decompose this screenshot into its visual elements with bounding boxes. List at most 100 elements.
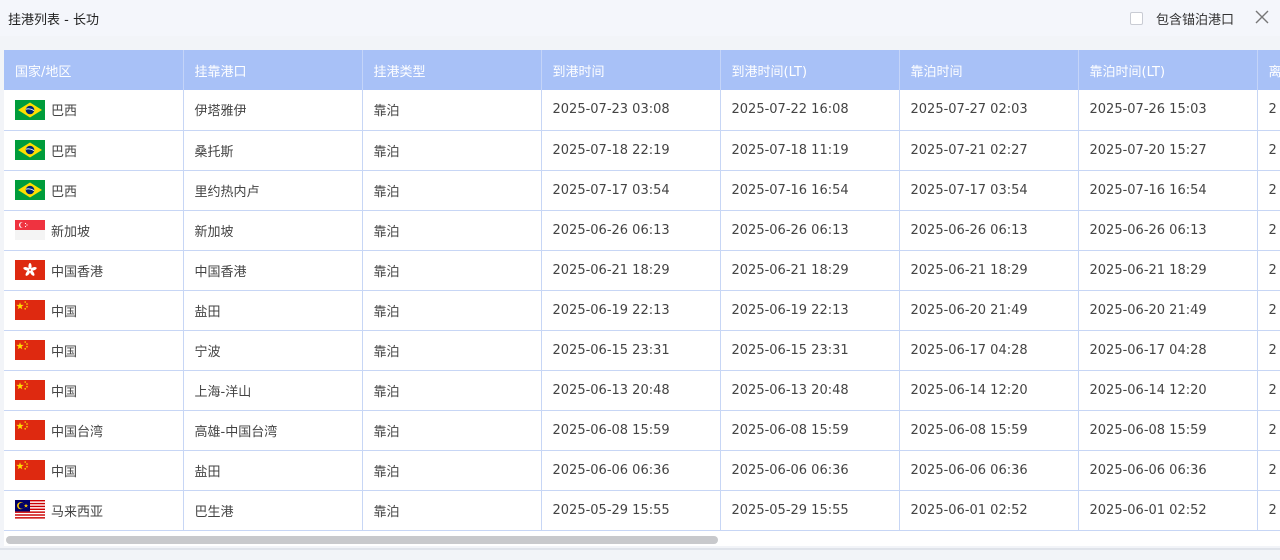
country-name: 马来西亚: [51, 504, 104, 520]
cell-berth-time: 2025-07-27 02:03: [899, 90, 1079, 131]
cell-call-type: 靠泊: [362, 90, 542, 131]
cell-country: 新加坡: [4, 210, 184, 251]
include-anchorage-checkbox[interactable]: [1130, 11, 1143, 25]
cell-berth-time: 2025-06-26 06:13: [899, 210, 1079, 251]
cell-call-type: 靠泊: [362, 370, 542, 411]
cell-berth-time: 2025-06-21 18:29: [899, 250, 1079, 291]
cell-arrival-time: 2025-07-18 22:19: [541, 130, 721, 171]
horizontal-scrollbar[interactable]: [4, 534, 1280, 546]
include-anchorage-option[interactable]: 包含锚泊港口: [1130, 9, 1234, 28]
cell-port: 高雄-中国台湾: [183, 410, 363, 451]
cell-port: 伊塔雅伊: [183, 90, 363, 131]
table-row[interactable]: 中国 宁波 靠泊 2025-06-15 23:31 2025-06-15 23:31 20…: [4, 330, 1280, 371]
table-row[interactable]: 中国香港 中国香港 靠泊 2025-06-21 18:29 2025-06-21 18:…: [4, 250, 1280, 291]
cell-berth-time: 2025-06-20 21:49: [899, 290, 1079, 331]
cell-berth-time-lt: 2025-06-21 18:29: [1078, 250, 1258, 291]
cell-departure-time: 2: [1257, 130, 1280, 171]
cell-country: 巴西: [4, 170, 184, 211]
cell-arrival-time-lt: 2025-07-16 16:54: [720, 170, 900, 211]
column-header-arrival-time[interactable]: 到港时间: [541, 50, 721, 90]
cell-berth-time: 2025-06-01 02:52: [899, 490, 1079, 531]
cell-arrival-time-lt: 2025-06-19 22:13: [720, 290, 900, 331]
scrollbar-thumb[interactable]: [6, 536, 718, 544]
table-row[interactable]: 中国 盐田 靠泊 2025-06-19 22:13 2025-06-19 22:13 20…: [4, 290, 1280, 331]
cell-arrival-time: 2025-06-08 15:59: [541, 410, 721, 451]
cell-departure-time: 2: [1257, 250, 1280, 291]
brazil-flag-icon: [15, 180, 45, 200]
cell-arrival-time: 2025-06-26 06:13: [541, 210, 721, 251]
cell-port: 中国香港: [183, 250, 363, 291]
cell-berth-time: 2025-06-17 04:28: [899, 330, 1079, 371]
cell-call-type: 靠泊: [362, 210, 542, 251]
china-flag-icon: [15, 380, 45, 400]
cell-berth-time-lt: 2025-07-16 16:54: [1078, 170, 1258, 211]
cell-arrival-time-lt: 2025-06-21 18:29: [720, 250, 900, 291]
cell-departure-time: 2: [1257, 450, 1280, 491]
country-name: 巴西: [51, 144, 78, 160]
cell-arrival-time-lt: 2025-06-06 06:36: [720, 450, 900, 491]
table-row[interactable]: 中国 盐田 靠泊 2025-06-06 06:36 2025-06-06 06:36 20…: [4, 450, 1280, 491]
country-name: 新加坡: [51, 224, 91, 240]
singapore-flag-icon: [15, 220, 45, 240]
cell-port: 盐田: [183, 450, 363, 491]
cell-arrival-time: 2025-06-21 18:29: [541, 250, 721, 291]
bottom-divider: [0, 548, 1280, 550]
column-header-berth-time[interactable]: 靠泊时间: [899, 50, 1079, 90]
dialog-title: 挂港列表 - 长功: [8, 13, 99, 28]
cell-call-type: 靠泊: [362, 250, 542, 291]
cell-call-type: 靠泊: [362, 290, 542, 331]
table-row[interactable]: 巴西 桑托斯 靠泊 2025-07-18 22:19 2025-07-18 11:19 2…: [4, 130, 1280, 171]
cell-berth-time-lt: 2025-06-08 15:59: [1078, 410, 1258, 451]
table-row[interactable]: 新加坡 新加坡 靠泊 2025-06-26 06:13 2025-06-26 06:13…: [4, 210, 1280, 251]
column-header-departure-time[interactable]: 离: [1257, 50, 1280, 90]
cell-country: 巴西: [4, 90, 184, 131]
cell-call-type: 靠泊: [362, 130, 542, 171]
cell-port: 盐田: [183, 290, 363, 331]
china-flag-icon: [15, 300, 45, 320]
cell-berth-time: 2025-07-17 03:54: [899, 170, 1079, 211]
close-icon[interactable]: [1253, 8, 1271, 26]
cell-country: 中国: [4, 330, 184, 371]
cell-berth-time: 2025-06-14 12:20: [899, 370, 1079, 411]
cell-arrival-time: 2025-07-23 03:08: [541, 90, 721, 131]
column-header-call-type[interactable]: 挂港类型: [362, 50, 542, 90]
cell-berth-time-lt: 2025-06-26 06:13: [1078, 210, 1258, 251]
china-flag-icon: [15, 340, 45, 360]
table-row[interactable]: 巴西 伊塔雅伊 靠泊 2025-07-23 03:08 2025-07-22 16:08…: [4, 90, 1280, 131]
table-row[interactable]: 中国台湾 高雄-中国台湾 靠泊 2025-06-08 15:59 2025-06-08 …: [4, 410, 1280, 451]
column-header-arrival-time-lt[interactable]: 到港时间(LT): [720, 50, 900, 90]
country-name: 中国香港: [51, 264, 104, 280]
column-header-country[interactable]: 国家/地区: [4, 50, 184, 90]
cell-berth-time-lt: 2025-06-14 12:20: [1078, 370, 1258, 411]
cell-departure-time: 2: [1257, 290, 1280, 331]
country-name: 巴西: [51, 104, 78, 120]
column-header-port[interactable]: 挂靠港口: [183, 50, 363, 90]
table-row[interactable]: 巴西 里约热内卢 靠泊 2025-07-17 03:54 2025-07-16 16:5…: [4, 170, 1280, 211]
port-call-table-panel: 国家/地区 挂靠港口 挂港类型 到港时间 到港时间(LT) 靠泊时间 靠泊时间(…: [4, 50, 1280, 546]
cell-country: 中国香港: [4, 250, 184, 291]
column-header-berth-time-lt[interactable]: 靠泊时间(LT): [1078, 50, 1258, 90]
country-name: 巴西: [51, 184, 78, 200]
brazil-flag-icon: [15, 99, 45, 120]
table-row[interactable]: 中国 上海-洋山 靠泊 2025-06-13 20:48 2025-06-13 20:4…: [4, 370, 1280, 411]
china-flag-icon: [15, 460, 45, 480]
hongkong-flag-icon: [15, 260, 45, 280]
cell-arrival-time: 2025-06-19 22:13: [541, 290, 721, 331]
cell-departure-time: 2: [1257, 170, 1280, 211]
table-row[interactable]: 马来西亚 巴生港 靠泊 2025-05-29 15:55 2025-05-29 15:5…: [4, 490, 1280, 531]
country-name: 中国: [51, 304, 78, 320]
cell-country: 中国: [4, 370, 184, 411]
table-header-row: 国家/地区 挂靠港口 挂港类型 到港时间 到港时间(LT) 靠泊时间 靠泊时间(…: [4, 50, 1280, 90]
cell-berth-time-lt: 2025-06-06 06:36: [1078, 450, 1258, 491]
cell-port: 巴生港: [183, 490, 363, 531]
cell-port: 上海-洋山: [183, 370, 363, 411]
cell-arrival-time: 2025-06-15 23:31: [541, 330, 721, 371]
cell-departure-time: 2: [1257, 90, 1280, 131]
country-name: 中国: [51, 344, 78, 360]
cell-berth-time-lt: 2025-07-20 15:27: [1078, 130, 1258, 171]
cell-arrival-time-lt: 2025-05-29 15:55: [720, 490, 900, 531]
country-name: 中国: [51, 384, 78, 400]
cell-port: 里约热内卢: [183, 170, 363, 211]
cell-call-type: 靠泊: [362, 330, 542, 371]
cell-departure-time: 2: [1257, 410, 1280, 451]
